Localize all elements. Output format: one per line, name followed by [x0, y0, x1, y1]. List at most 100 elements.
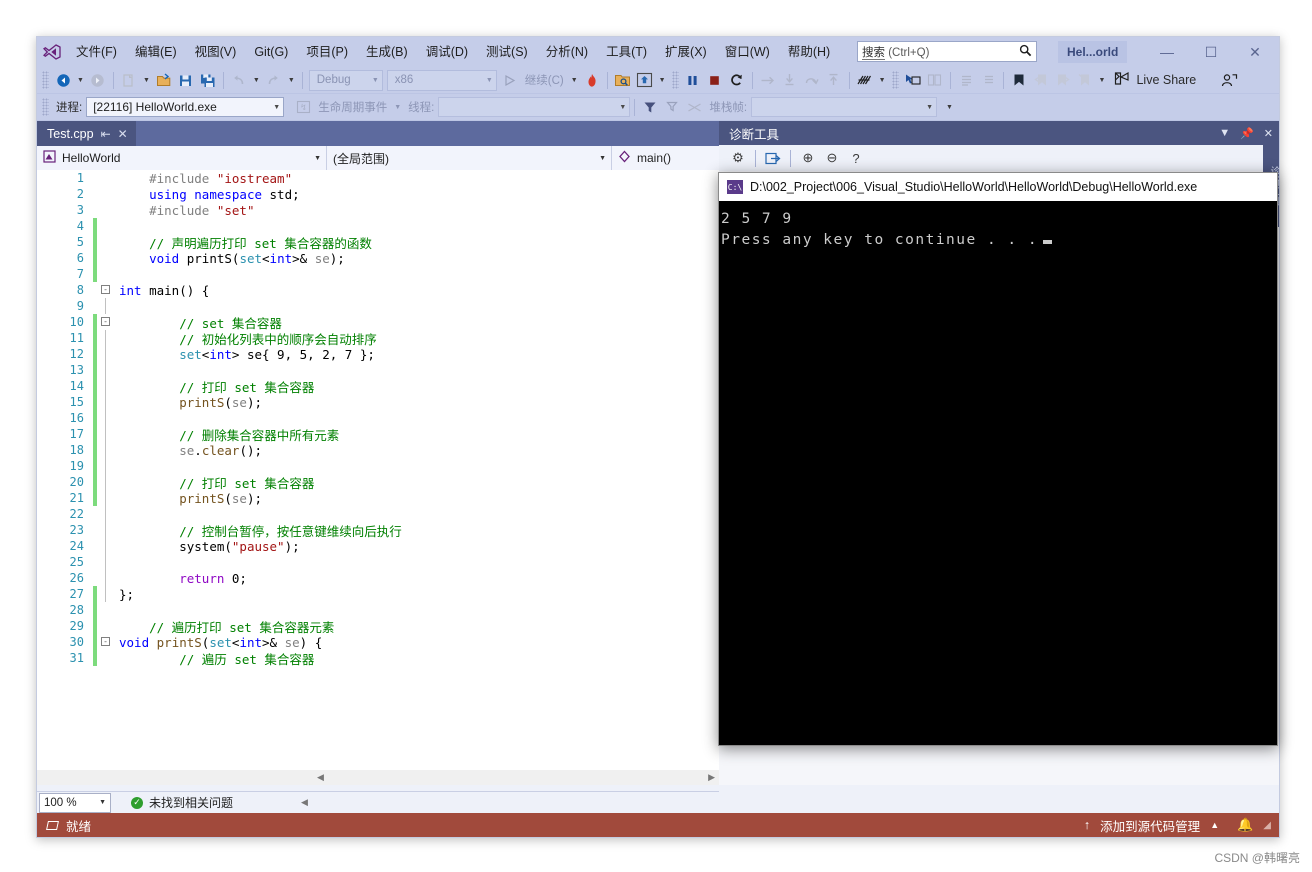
debug-toolbar-overflow-icon[interactable]: ▼ — [943, 104, 956, 111]
code-line[interactable]: 24 system("pause"); — [37, 538, 719, 554]
continue-dropdown-icon[interactable]: ▼ — [568, 77, 581, 84]
navigate-back-icon[interactable] — [52, 69, 74, 91]
menu-item-debug[interactable]: 调试(D) — [417, 39, 477, 65]
menu-item-project[interactable]: 项目(P) — [297, 39, 357, 65]
fold-gutter[interactable] — [97, 586, 119, 602]
diagnostic-settings-icon[interactable]: ⚙ — [727, 147, 749, 169]
solution-platform-combo[interactable]: x86 ▼ — [386, 69, 497, 91]
fold-gutter[interactable]: - — [97, 634, 119, 650]
fold-gutter[interactable] — [97, 618, 119, 634]
code-line[interactable]: 20 // 打印 set 集合容器 — [37, 474, 719, 491]
fold-gutter[interactable] — [97, 218, 119, 234]
code-line[interactable]: 31 // 遍历 set 集合容器 — [37, 650, 719, 667]
code-line[interactable]: 18 se.clear(); — [37, 442, 719, 458]
menu-item-analyze[interactable]: 分析(N) — [537, 39, 597, 65]
bookmarks-overflow-icon[interactable]: ▼ — [1096, 77, 1109, 84]
pin-icon[interactable]: ⇤ — [101, 127, 111, 141]
toolbar-grip-2[interactable] — [671, 71, 679, 89]
continue-label[interactable]: 继续(C) — [521, 72, 568, 88]
fold-gutter[interactable] — [97, 346, 119, 362]
console-window[interactable]: C:\ D:\002_Project\006_Visual_Studio\Hel… — [718, 172, 1278, 746]
code-line[interactable]: 29 // 遍历打印 set 集合容器元素 — [37, 618, 719, 635]
fold-gutter[interactable] — [97, 490, 119, 506]
zoom-in-icon[interactable]: ⊕ — [797, 147, 819, 169]
fold-gutter[interactable] — [97, 554, 119, 570]
menu-item-window[interactable]: 窗口(W) — [716, 39, 779, 65]
code-line[interactable]: 5 // 声明遍历打印 set 集合容器的函数 — [37, 234, 719, 251]
new-file-icon[interactable] — [118, 69, 140, 91]
pin-pane-icon[interactable]: 📌 — [1240, 127, 1254, 140]
menu-item-extensions[interactable]: 扩展(X) — [656, 39, 716, 65]
fold-gutter[interactable] — [97, 602, 119, 618]
fold-toggle-icon[interactable]: - — [101, 285, 110, 294]
show-next-statement-dropdown-icon[interactable]: ▼ — [656, 77, 669, 84]
code-line[interactable]: 14 // 打印 set 集合容器 — [37, 378, 719, 395]
code-line[interactable]: 23 // 控制台暂停，按任意键维续向后执行 — [37, 522, 719, 539]
code-line[interactable]: 25 — [37, 554, 719, 570]
diagnostic-export-icon[interactable] — [762, 147, 784, 169]
account-button[interactable]: Hel...orld — [1058, 41, 1128, 63]
code-line[interactable]: 7 — [37, 266, 719, 282]
tab-test-cpp[interactable]: Test.cpp ⇤ ✕ — [37, 121, 136, 146]
new-file-dropdown-icon[interactable]: ▼ — [140, 77, 153, 84]
code-line[interactable]: 15 printS(se); — [37, 394, 719, 410]
navigate-back-dropdown-icon[interactable]: ▼ — [74, 77, 87, 84]
close-icon[interactable]: ✕ — [118, 127, 128, 141]
code-line[interactable]: 12 set<int> se{ 9, 5, 2, 7 }; — [37, 346, 719, 362]
search-input[interactable]: 搜索 (Ctrl+Q) — [857, 41, 1037, 62]
code-line[interactable]: 6 void printS(set<int>& se); — [37, 250, 719, 266]
code-line[interactable]: 8 - int main() { — [37, 282, 719, 298]
fold-gutter[interactable] — [97, 234, 119, 250]
project-combo[interactable]: HelloWorld ▼ — [37, 146, 327, 170]
restart-icon[interactable] — [726, 69, 748, 91]
zoom-out-icon[interactable]: ⊖ — [821, 147, 843, 169]
fold-gutter[interactable] — [97, 330, 119, 346]
fold-gutter[interactable] — [97, 650, 119, 666]
share-person-icon[interactable] — [1218, 69, 1240, 91]
menu-item-build[interactable]: 生成(B) — [357, 39, 417, 65]
browse-folder-icon[interactable] — [612, 69, 634, 91]
toolbar-grip-3[interactable] — [891, 71, 899, 89]
menu-item-edit[interactable]: 编辑(E) — [126, 39, 186, 65]
code-line[interactable]: 3 #include "set" — [37, 202, 719, 218]
code-line[interactable]: 17 // 删除集合容器中所有元素 — [37, 426, 719, 443]
fold-gutter[interactable] — [97, 458, 119, 474]
fold-gutter[interactable] — [97, 538, 119, 554]
threads-dropdown-icon[interactable]: ▼ — [876, 77, 889, 84]
fold-gutter[interactable] — [97, 426, 119, 442]
toggle-bookmark-icon[interactable] — [1008, 69, 1030, 91]
menu-item-file[interactable]: 文件(F) — [67, 39, 126, 65]
fold-gutter[interactable] — [97, 378, 119, 394]
fold-gutter[interactable] — [97, 266, 119, 282]
lifecycle-events-dropdown-icon[interactable]: ▼ — [391, 104, 404, 111]
fold-gutter[interactable] — [97, 506, 119, 522]
pane-menu-icon[interactable]: ▼ — [1219, 127, 1230, 139]
fold-gutter[interactable] — [97, 442, 119, 458]
fold-gutter[interactable] — [97, 522, 119, 538]
break-all-icon[interactable] — [682, 69, 704, 91]
fold-gutter[interactable]: - — [97, 282, 119, 298]
fold-gutter[interactable] — [97, 170, 119, 186]
resize-grip-icon[interactable]: ◢ — [1263, 820, 1271, 831]
fold-gutter[interactable] — [97, 570, 119, 586]
diagnostic-help-icon[interactable]: ? — [845, 147, 867, 169]
thread-combo[interactable]: ▼ — [438, 97, 631, 117]
code-line[interactable]: 21 printS(se); — [37, 490, 719, 506]
save-icon[interactable] — [175, 69, 197, 91]
open-file-icon[interactable] — [153, 69, 175, 91]
save-all-icon[interactable] — [197, 69, 219, 91]
chevron-up-icon[interactable]: ▲ — [1210, 820, 1219, 830]
fold-gutter[interactable] — [97, 186, 119, 202]
debug-toolbar-grip[interactable] — [42, 98, 49, 116]
close-pane-icon[interactable]: ✕ — [1264, 127, 1273, 140]
fold-toggle-icon[interactable]: - — [101, 317, 110, 326]
status-prev-icon[interactable]: ◀ — [301, 797, 308, 808]
code-line[interactable]: 11 // 初始化列表中的顺序会自动排序 — [37, 330, 719, 347]
fold-gutter[interactable] — [97, 362, 119, 378]
fold-gutter[interactable]: - — [97, 314, 119, 330]
code-line[interactable]: 27}; — [37, 586, 719, 602]
show-next-statement-icon[interactable] — [634, 69, 656, 91]
fold-gutter[interactable] — [97, 474, 119, 490]
threads-icon[interactable] — [854, 69, 876, 91]
fold-gutter[interactable] — [97, 202, 119, 218]
